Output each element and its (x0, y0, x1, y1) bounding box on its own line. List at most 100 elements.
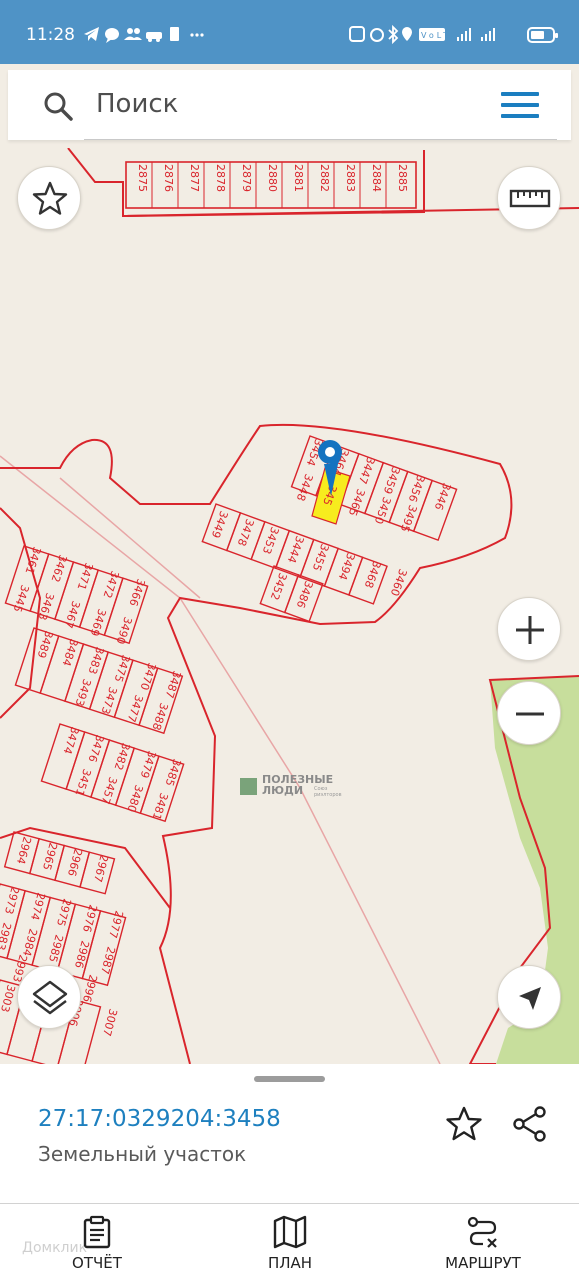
object-info-panel[interactable]: 27:17:0329204:3458 Земельный участок (0, 1064, 579, 1204)
parcel-label: 2966 (65, 847, 85, 877)
parcel-label: 2883 (344, 164, 357, 192)
parcel-label: 3490 (113, 615, 134, 646)
parcel-label: 2878 (214, 164, 227, 192)
parcel-label: 2884 (370, 164, 383, 192)
nav-route[interactable]: МАРШРУТ (413, 1204, 553, 1280)
clipboard-icon (83, 1215, 111, 1249)
search-bar[interactable]: Поиск (8, 70, 571, 140)
parcel-label: 3445 (10, 583, 31, 614)
plus-icon (516, 616, 544, 644)
sim-icon (170, 27, 179, 41)
map-view[interactable]: 2875 2876 2877 2878 2879 2880 2881 2882 … (0, 148, 579, 1064)
zoom-out-button[interactable] (497, 681, 561, 745)
status-system-icons: VoLTE (349, 24, 509, 50)
parcel-label: 3460 (388, 567, 410, 598)
parcel-label: 2967 (91, 853, 111, 883)
parcel-label: 2885 (396, 164, 409, 192)
people-icon (124, 28, 142, 40)
parcel-label: 3483 (85, 645, 106, 676)
map-canvas[interactable]: 2875 2876 2877 2878 2879 2880 2881 2882 … (0, 148, 579, 1064)
parcel-label: 3486 (294, 579, 316, 610)
svg-text:VoLTE: VoLTE (421, 31, 459, 40)
parcel-label: 3477 (124, 693, 145, 724)
parcel-label: 3482 (111, 741, 132, 772)
parcel-label: 3494 (336, 551, 358, 582)
parcel-label: 3444 (285, 534, 307, 565)
parcel-labels-west-a: 3461 3445 3462 3463 3471 3467 3472 3469 … (10, 545, 147, 646)
parcel-label: 2984 (20, 927, 40, 957)
nav-plan-label: ПЛАН (267, 1254, 313, 1272)
parcel-label: 3453 (260, 525, 282, 556)
parcel-label: 3495 (398, 503, 420, 534)
nav-report[interactable]: ОТЧЁТ (27, 1204, 167, 1280)
search-icon[interactable] (42, 90, 74, 122)
chat-icon (105, 28, 119, 43)
search-input[interactable]: Поиск (96, 89, 178, 119)
route-icon (467, 1216, 497, 1248)
alarm-icon (370, 28, 384, 42)
status-time: 11:28 (26, 25, 75, 45)
parcel-label: 3462 (48, 553, 69, 584)
parcel-label: 3459 (381, 465, 403, 496)
parcel-labels-top: 2875 2876 2877 2878 2879 2880 2881 2882 … (136, 164, 409, 192)
parcel-label: 3466 (126, 577, 147, 608)
watermark-subtitle: Союз риэлторов (314, 786, 342, 798)
parcel-label: 3472 (100, 569, 121, 600)
telegram-icon (84, 27, 99, 41)
share-icon[interactable] (510, 1104, 550, 1144)
parcel-label: 3481 (149, 791, 170, 822)
parcel-label: 3003 (0, 983, 18, 1013)
navigation-arrow-icon (519, 987, 541, 1010)
parcel-label: 3487 (162, 669, 183, 700)
star-outline-icon (32, 181, 68, 215)
wifi-signal-icon (481, 28, 495, 41)
parcel-label: 3479 (137, 749, 158, 780)
signal-icon (457, 28, 471, 41)
watermark-logo-icon (240, 778, 257, 795)
parcel-label: 2882 (318, 164, 331, 192)
parcel-label: 3451 (72, 767, 93, 798)
star-outline-icon[interactable] (444, 1104, 484, 1144)
drag-handle[interactable] (254, 1076, 325, 1082)
parcel-label: 3448 (294, 472, 316, 503)
parcel-label: 3447 (356, 455, 378, 486)
cadastral-number[interactable]: 27:17:0329204:3458 (38, 1106, 281, 1132)
nfc-icon (349, 26, 365, 42)
ruler-button[interactable] (497, 166, 561, 230)
location-icon (402, 27, 412, 41)
parcel-label: 2879 (240, 164, 253, 192)
volte-icon: VoLTE (419, 28, 459, 41)
parcel-label: 2964 (14, 835, 34, 865)
search-underline (84, 139, 557, 140)
object-type: Земельный участок (38, 1142, 247, 1166)
parcel-label: 2881 (292, 164, 305, 192)
layers-button[interactable] (17, 965, 81, 1029)
parcel-label: 2987 (98, 945, 118, 975)
parcel-label: 3470 (137, 661, 158, 692)
menu-icon[interactable] (501, 92, 539, 118)
parcel-label: 2976 (80, 903, 100, 933)
ruler-icon (509, 189, 551, 208)
parcel-label: 2965 (40, 841, 60, 871)
status-bar: 11:28 VoLTE (0, 0, 579, 64)
car-icon (146, 32, 162, 42)
parcel-label: 3493 (72, 677, 93, 708)
my-location-button[interactable] (497, 965, 561, 1029)
parcel-label: 2985 (46, 933, 66, 963)
zoom-in-button[interactable] (497, 597, 561, 661)
parcel-labels-west-b: 3489 3484 3483 3493 3475 3473 3470 3477 … (34, 629, 183, 732)
parcel-label: 2983 (0, 921, 14, 951)
minus-icon (516, 712, 544, 716)
nav-report-label: ОТЧЁТ (72, 1254, 122, 1272)
bluetooth-icon (388, 24, 399, 45)
favorites-button[interactable] (17, 166, 81, 230)
parcel-label: 3456 (406, 473, 428, 504)
parcel-label: 3467 (61, 599, 82, 630)
nav-plan[interactable]: ПЛАН (220, 1204, 360, 1280)
parcel-label: 3455 (310, 542, 332, 573)
parcel-label: 3488 (149, 701, 170, 732)
bottom-nav[interactable]: Домклик ОТЧЁТ ПЛАН МАРШРУТ (0, 1204, 579, 1280)
status-notification-icons (82, 24, 212, 50)
more-icon (190, 33, 204, 37)
parcel-label: 2973 (2, 885, 22, 915)
